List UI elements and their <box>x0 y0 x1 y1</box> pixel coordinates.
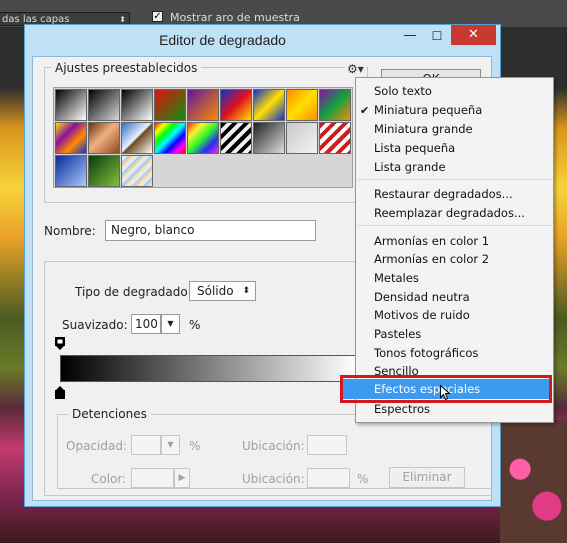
preset-swatch-foreground-to-background[interactable] <box>55 89 87 121</box>
sample-ring-label: Mostrar aro de muestra <box>170 11 300 24</box>
gradient-preview-bar[interactable] <box>60 355 357 382</box>
preset-swatch-violet-orange[interactable] <box>187 89 219 121</box>
preset-swatch-chrome[interactable] <box>121 122 153 154</box>
canvas-photo-flowers <box>500 420 567 543</box>
preset-swatch-yellow-violet-orange-blue[interactable] <box>55 122 87 154</box>
menu-item-text-only[interactable]: Solo texto <box>374 82 432 100</box>
color-location-label: Ubicación: <box>242 472 305 486</box>
presets-menu: ✔ Solo texto Miniatura pequeña Miniatura… <box>355 77 554 423</box>
menu-item-noise-samples[interactable]: Motivos de ruido <box>374 306 470 324</box>
gradient-type-label: Tipo de degradado: <box>75 285 192 299</box>
sample-ring-checkbox[interactable]: ✓ <box>152 11 163 22</box>
gear-icon[interactable]: ⚙▾ <box>345 62 366 76</box>
opacity-location-input[interactable] <box>307 435 347 455</box>
chevron-down-icon: ▼ <box>167 440 174 449</box>
checkmark-icon: ✔ <box>360 104 370 117</box>
name-input[interactable]: Negro, blanco <box>105 220 316 241</box>
close-button[interactable]: ✕ <box>451 25 496 45</box>
title-bar[interactable]: Editor de degradado — ☐ ✕ <box>25 25 500 55</box>
preset-swatch-grid <box>53 87 353 188</box>
preset-swatch-black-white[interactable] <box>121 89 153 121</box>
dialog-title: Editor de degradado <box>159 32 286 48</box>
gradient-type-select[interactable]: Sólido ⬍ <box>189 281 256 301</box>
color-stop-marker[interactable] <box>55 385 65 399</box>
menu-item-large-list[interactable]: Lista grande <box>374 158 446 176</box>
opacity-input[interactable] <box>131 435 161 455</box>
preset-swatch-copper[interactable] <box>88 122 120 154</box>
menu-item-neutral-density[interactable]: Densidad neutra <box>374 288 470 306</box>
preset-swatch-blue-yellow-blue[interactable] <box>253 89 285 121</box>
preset-swatch-neutral-density[interactable] <box>253 122 285 154</box>
maximize-button[interactable]: ☐ <box>425 27 449 45</box>
menu-item-color-harmonies-2[interactable]: Armonías en color 2 <box>374 250 489 268</box>
stops-label: Detenciones <box>68 407 151 421</box>
presets-label: Ajustes preestablecidos <box>51 61 202 75</box>
smoothness-label: Suavizado: <box>62 318 128 332</box>
preset-swatch-foreground-to-transparent[interactable] <box>88 89 120 121</box>
color-menu-button[interactable]: ▶ <box>174 468 190 488</box>
minimize-button[interactable]: — <box>398 27 422 45</box>
preset-swatch-transparent-fade[interactable] <box>286 122 318 154</box>
preset-swatch-red-green[interactable] <box>154 89 186 121</box>
color-swatch[interactable] <box>131 468 174 488</box>
preset-swatch-pastel-stripes[interactable] <box>121 155 153 187</box>
chevron-down-icon: ▼ <box>167 319 174 328</box>
preset-swatch-blue-light[interactable] <box>55 155 87 187</box>
preset-swatch-blue-red-yellow[interactable] <box>220 89 252 121</box>
presets-group: Ajustes preestablecidos ⚙▾ <box>44 61 368 203</box>
menu-item-metals[interactable]: Metales <box>374 269 419 287</box>
menu-item-replace-gradients[interactable]: Reemplazar degradados... <box>374 204 525 222</box>
color-location-input[interactable] <box>307 468 350 488</box>
menu-item-color-harmonies-1[interactable]: Armonías en color 1 <box>374 232 489 250</box>
preset-swatch-orange-yellow-orange[interactable] <box>286 89 318 121</box>
preset-swatch-green-dark[interactable] <box>88 155 120 187</box>
color-location-percent: % <box>357 472 369 486</box>
opacity-dropdown-button[interactable]: ▼ <box>161 435 180 455</box>
preset-swatch-violet-green-orange[interactable] <box>319 89 351 121</box>
menu-item-large-thumbnail[interactable]: Miniatura grande <box>374 120 473 138</box>
menu-item-photographic-toning[interactable]: Tonos fotográficos <box>374 344 478 362</box>
mouse-cursor-icon <box>440 385 450 401</box>
opacity-stop-marker[interactable] <box>55 337 65 351</box>
opacity-label: Opacidad: <box>66 439 127 453</box>
opacity-percent: % <box>189 439 201 453</box>
menu-separator <box>357 225 552 226</box>
color-label: Color: <box>91 472 127 486</box>
menu-item-pastels[interactable]: Pasteles <box>374 325 421 343</box>
gradient-type-value: Sólido <box>197 284 234 298</box>
triangle-right-icon: ▶ <box>178 473 186 483</box>
preset-swatch-red-stripes[interactable] <box>319 122 351 154</box>
preset-swatch-transparent-stripes[interactable] <box>220 122 252 154</box>
delete-button[interactable]: Eliminar <box>389 467 465 488</box>
menu-separator <box>357 179 552 180</box>
smoothness-dropdown-button[interactable]: ▼ <box>161 314 180 334</box>
menu-item-small-thumbnail[interactable]: Miniatura pequeña <box>374 101 482 119</box>
menu-item-reset-gradients[interactable]: Restaurar degradados... <box>374 185 513 203</box>
smoothness-percent: % <box>189 318 201 332</box>
preset-swatch-spectrum[interactable] <box>154 122 186 154</box>
chevron-updown-icon: ⬍ <box>242 286 250 296</box>
preset-swatch-transparent-rainbow[interactable] <box>187 122 219 154</box>
smoothness-input[interactable]: 100 <box>131 314 161 334</box>
name-label: Nombre: <box>44 224 96 238</box>
menu-item-small-list[interactable]: Lista pequeña <box>374 139 455 157</box>
opacity-location-label: Ubicación: <box>242 439 305 453</box>
